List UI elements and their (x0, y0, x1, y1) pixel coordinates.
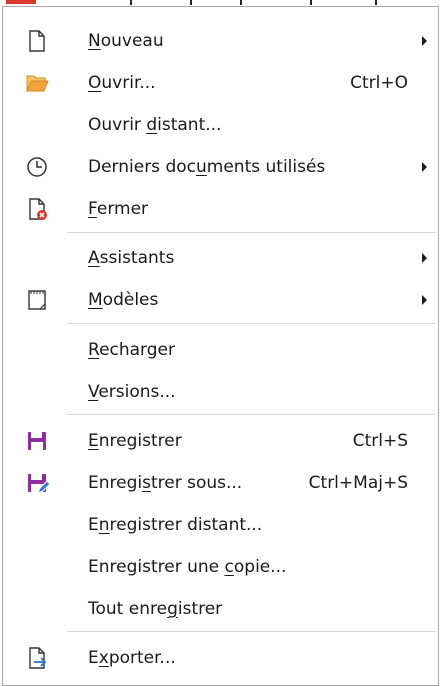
menu-shortcut: Ctrl+S (352, 431, 408, 451)
menu-label: Assistants (88, 248, 175, 268)
menu-item-enregistrer-copie[interactable]: Enregistrer une copie... (3, 546, 438, 588)
menu-label: Enregistrer sous... (88, 473, 243, 493)
menu-label: Modèles (88, 290, 159, 310)
submenu-arrow-icon (422, 253, 427, 263)
menu-item-assistants[interactable]: Assistants (3, 237, 438, 279)
app-red-mark (6, 0, 36, 4)
menu-item-fermer[interactable]: Fermer (3, 188, 438, 230)
menu-shortcut: Ctrl+O (350, 73, 408, 93)
export-icon (25, 646, 49, 670)
menu-item-exporter[interactable]: Exporter... (3, 637, 438, 679)
menu-separator (67, 414, 436, 415)
menu-item-enregistrer-sous[interactable]: Enregistrer sous... Ctrl+Maj+S (3, 462, 438, 504)
menu-label: Exporter... (88, 648, 176, 668)
new-document-icon (25, 29, 49, 53)
menu-item-nouveau[interactable]: Nouveau (3, 20, 438, 62)
menu-item-tout-enregistrer[interactable]: Tout enregistrer (3, 588, 438, 630)
submenu-arrow-icon (422, 295, 427, 305)
menu-label: Tout enregistrer (88, 599, 223, 619)
menu-item-ouvrir-distant[interactable]: Ouvrir distant... (3, 104, 438, 146)
menu-label: Versions... (88, 382, 176, 402)
menu-item-recharger[interactable]: Recharger (3, 329, 438, 371)
underline-ticks (130, 0, 380, 5)
menu-label: Nouveau (88, 31, 164, 51)
save-as-icon (25, 471, 49, 495)
templates-icon (25, 288, 49, 312)
menu-separator (67, 631, 436, 632)
file-menu: Nouveau Ouvrir... Ctrl+O Ouvrir distant.… (2, 6, 439, 686)
menu-label: Enregistrer (88, 431, 182, 451)
menu-item-enregistrer-distant[interactable]: Enregistrer distant... (3, 504, 438, 546)
menu-item-ouvrir[interactable]: Ouvrir... Ctrl+O (3, 62, 438, 104)
menu-label: Fermer (88, 199, 149, 219)
menu-item-enregistrer[interactable]: Enregistrer Ctrl+S (3, 420, 438, 462)
menu-item-modeles[interactable]: Modèles (3, 279, 438, 321)
save-icon (25, 429, 49, 453)
menu-separator (67, 323, 436, 324)
menu-shortcut: Ctrl+Maj+S (308, 473, 408, 493)
submenu-arrow-icon (422, 162, 427, 172)
menu-item-derniers-documents[interactable]: Derniers documents utilisés (3, 146, 438, 188)
open-folder-icon (25, 71, 49, 95)
menu-label: Enregistrer distant... (88, 515, 263, 535)
menu-label: Derniers documents utilisés (88, 157, 326, 177)
menu-label: Ouvrir distant... (88, 115, 222, 135)
menu-label: Ouvrir... (88, 73, 156, 93)
menu-separator (67, 232, 436, 233)
menu-item-versions[interactable]: Versions... (3, 371, 438, 413)
menu-label: Recharger (88, 340, 175, 360)
close-document-icon (25, 197, 49, 221)
submenu-arrow-icon (422, 36, 427, 46)
menu-label: Enregistrer une copie... (88, 557, 287, 577)
recent-clock-icon (25, 155, 49, 179)
